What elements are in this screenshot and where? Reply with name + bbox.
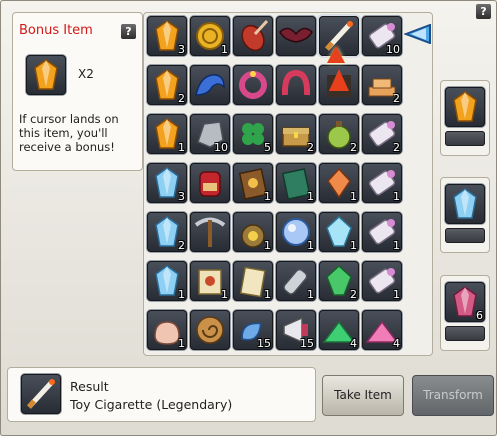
grid-slot[interactable]: 1 bbox=[190, 261, 230, 301]
roulette-pointer-icon bbox=[404, 24, 431, 44]
item-qty: 1 bbox=[393, 288, 400, 301]
item-qty: 1 bbox=[264, 239, 271, 252]
bonus-title: Bonus Item bbox=[19, 23, 93, 38]
reward-item-slot[interactable] bbox=[445, 87, 485, 127]
grid-slot[interactable]: 1 bbox=[233, 163, 273, 203]
grid-slot[interactable]: 1 bbox=[362, 212, 402, 252]
item-qty: 1 bbox=[393, 239, 400, 252]
grid-slot[interactable]: 2 bbox=[362, 65, 402, 105]
grid-slot[interactable]: 2 bbox=[319, 261, 359, 301]
item-qty: 4 bbox=[393, 337, 400, 350]
grid-slot[interactable]: 1 bbox=[233, 261, 273, 301]
item-qty: 1 bbox=[264, 190, 271, 203]
grid-slot[interactable] bbox=[190, 310, 230, 350]
grid-slot[interactable] bbox=[190, 212, 230, 252]
reward-slot-3: 6 bbox=[440, 275, 490, 351]
item-qty: 1 bbox=[393, 190, 400, 203]
grid-slot[interactable] bbox=[319, 65, 359, 105]
window-help-icon[interactable]: ? bbox=[476, 4, 491, 19]
item-qty: 2 bbox=[350, 141, 357, 154]
reward-item-slot[interactable] bbox=[445, 184, 485, 224]
reward-slot-2 bbox=[440, 177, 490, 253]
transform-button[interactable]: Transform bbox=[412, 375, 494, 416]
item-qty: 5 bbox=[264, 141, 271, 154]
grid-slot[interactable]: 10 bbox=[362, 16, 402, 56]
grid-slot[interactable]: 1 bbox=[147, 310, 187, 350]
grid-slot[interactable]: 1 bbox=[190, 16, 230, 56]
item-qty: 2 bbox=[178, 92, 185, 105]
item-qty: 2 bbox=[350, 288, 357, 301]
item-qty: 1 bbox=[307, 190, 314, 203]
grid-slot[interactable]: 4 bbox=[319, 310, 359, 350]
grid-slot[interactable]: 1 bbox=[147, 261, 187, 301]
reward-bar bbox=[445, 131, 485, 146]
grid-slot[interactable]: 1 bbox=[362, 261, 402, 301]
grid-slot[interactable]: 1 bbox=[276, 261, 316, 301]
grid-slot[interactable]: 4 bbox=[362, 310, 402, 350]
grid-slot[interactable]: 1 bbox=[276, 212, 316, 252]
item-qty: 1 bbox=[307, 288, 314, 301]
roulette-cursor-marker bbox=[327, 46, 345, 63]
item-qty: 1 bbox=[178, 141, 185, 154]
bonus-help-icon[interactable]: ? bbox=[121, 24, 136, 39]
result-item-slot[interactable] bbox=[21, 374, 61, 414]
take-item-button[interactable]: Take Item bbox=[322, 375, 404, 416]
grid-slot[interactable]: 3 bbox=[147, 163, 187, 203]
grid-slot[interactable]: 1 bbox=[233, 212, 273, 252]
grid-slot[interactable]: 1 bbox=[319, 212, 359, 252]
item-qty: 3 bbox=[178, 43, 185, 56]
reward-qty: 6 bbox=[476, 309, 483, 322]
grid-slot[interactable]: 15 bbox=[233, 310, 273, 350]
bonus-description: If cursor lands on this item, you'll rec… bbox=[19, 112, 119, 154]
reward-bar bbox=[445, 228, 485, 243]
result-value: Toy Cigarette (Legendary) bbox=[70, 397, 233, 412]
item-qty: 4 bbox=[350, 337, 357, 350]
item-qty: 1 bbox=[264, 288, 271, 301]
item-qty: 10 bbox=[386, 43, 400, 56]
item-qty: 15 bbox=[300, 337, 314, 350]
grid-slot[interactable]: 1 bbox=[319, 163, 359, 203]
item-qty: 3 bbox=[178, 190, 185, 203]
item-qty: 1 bbox=[350, 190, 357, 203]
grid-slot[interactable] bbox=[276, 65, 316, 105]
bonus-info-panel: Bonus Item ? X2 If cursor lands on this … bbox=[12, 12, 143, 171]
grid-slot[interactable]: 2 bbox=[362, 114, 402, 154]
grid-slot[interactable]: 1 bbox=[276, 163, 316, 203]
grid-slot[interactable] bbox=[190, 163, 230, 203]
item-qty: 2 bbox=[393, 141, 400, 154]
item-qty: 1 bbox=[221, 43, 228, 56]
grid-slot[interactable]: 1 bbox=[147, 114, 187, 154]
result-panel: Result Toy Cigarette (Legendary) bbox=[7, 367, 316, 422]
item-qty: 10 bbox=[214, 141, 228, 154]
grid-slot[interactable] bbox=[233, 16, 273, 56]
grid-slot[interactable]: 2 bbox=[319, 114, 359, 154]
item-qty: 1 bbox=[221, 288, 228, 301]
item-qty: 15 bbox=[257, 337, 271, 350]
item-qty: 1 bbox=[350, 239, 357, 252]
bonus-multiplier: X2 bbox=[78, 67, 94, 81]
grid-slot[interactable]: 10 bbox=[190, 114, 230, 154]
reward-bar bbox=[445, 326, 485, 341]
grid-slot[interactable] bbox=[233, 65, 273, 105]
grid-slot[interactable]: 5 bbox=[233, 114, 273, 154]
grid-slot[interactable]: 2 bbox=[147, 212, 187, 252]
grid-slot[interactable]: 15 bbox=[276, 310, 316, 350]
bonus-item-slot[interactable] bbox=[26, 55, 66, 95]
item-qty: 1 bbox=[178, 288, 185, 301]
grid-slot[interactable]: 2 bbox=[276, 114, 316, 154]
item-qty: 1 bbox=[178, 337, 185, 350]
reward-item-slot[interactable]: 6 bbox=[445, 282, 485, 322]
reward-slot-1 bbox=[440, 80, 490, 156]
item-qty: 1 bbox=[307, 239, 314, 252]
item-qty: 2 bbox=[307, 141, 314, 154]
item-qty: 2 bbox=[178, 239, 185, 252]
grid-slot[interactable]: 3 bbox=[147, 16, 187, 56]
grid-slot[interactable]: 1 bbox=[362, 163, 402, 203]
result-label: Result bbox=[70, 379, 109, 394]
grid-slot[interactable]: 2 bbox=[147, 65, 187, 105]
grid-slot[interactable] bbox=[190, 65, 230, 105]
grid-slot[interactable] bbox=[276, 16, 316, 56]
item-qty: 2 bbox=[393, 92, 400, 105]
